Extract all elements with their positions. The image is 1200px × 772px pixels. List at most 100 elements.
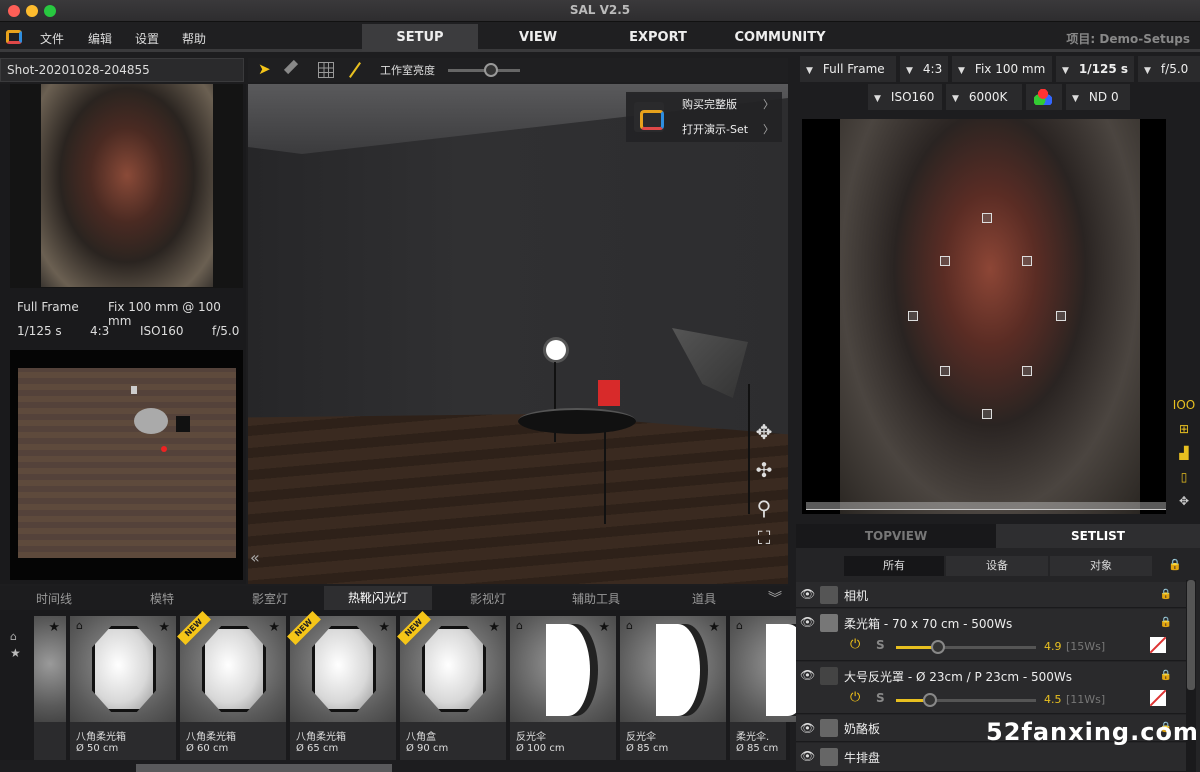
- af-point[interactable]: [940, 256, 950, 266]
- star-icon[interactable]: ★: [598, 620, 610, 635]
- library-card[interactable]: NEW ★ 八角盒 Ø 90 cm: [397, 611, 506, 760]
- home-filter-icon[interactable]: ⌂: [10, 630, 17, 643]
- library-scrollbar[interactable]: [136, 764, 392, 772]
- gel-none-swatch[interactable]: [1150, 690, 1166, 706]
- af-grid-icon[interactable]: ⊞: [1172, 422, 1196, 444]
- af-point[interactable]: [982, 213, 992, 223]
- af-point[interactable]: [1022, 256, 1032, 266]
- setlist-row-camera[interactable]: 👁 相机 🔒: [796, 582, 1186, 608]
- star-icon[interactable]: ★: [158, 620, 170, 635]
- ratio-dropdown[interactable]: ▼ 4:3: [900, 56, 948, 82]
- tab-export[interactable]: EXPORT: [600, 24, 716, 51]
- library-card[interactable]: ⌂ ★ 反光伞 Ø 85 cm: [620, 616, 726, 760]
- tab-community[interactable]: COMMUNITY: [722, 24, 838, 51]
- counter-icon[interactable]: IOO: [1172, 398, 1196, 420]
- brightness-slider[interactable]: [448, 63, 520, 77]
- visibility-eye-icon[interactable]: 👁: [800, 668, 815, 682]
- tab-models[interactable]: 模特: [108, 590, 216, 607]
- af-point[interactable]: [1022, 366, 1032, 376]
- nd-dropdown[interactable]: ▼ ND 0: [1066, 84, 1130, 110]
- histogram-icon[interactable]: ▟: [1172, 446, 1196, 468]
- setlist-row-softbox[interactable]: 👁 柔光箱 - 70 x 70 cm - 500Ws 🔒 ⏻ S 4.9 [15…: [796, 609, 1186, 661]
- wb-dropdown[interactable]: ▼ 6000K: [946, 84, 1022, 110]
- library-card[interactable]: NEW ★ 八角柔光箱 Ø 60 cm: [177, 611, 286, 760]
- visibility-eye-icon[interactable]: 👁: [800, 749, 815, 763]
- menu-edit[interactable]: 编辑: [88, 30, 112, 47]
- camera-live-preview[interactable]: [802, 119, 1166, 514]
- round-table[interactable]: [518, 408, 636, 434]
- frame-icon[interactable]: ▯: [1172, 470, 1196, 492]
- topview-minimap[interactable]: [10, 350, 243, 580]
- tab-view[interactable]: VIEW: [480, 24, 596, 51]
- zoom-magnifier-icon[interactable]: ⚲: [750, 496, 778, 520]
- favorites-filter-icon[interactable]: ★: [10, 646, 21, 660]
- select-arrow-icon[interactable]: ➤: [258, 60, 271, 78]
- af-point[interactable]: [940, 366, 950, 376]
- library-card[interactable]: ⌂ ★ 反光伞 Ø 100 cm: [510, 616, 616, 760]
- setlist-scrollbar-thumb[interactable]: [1187, 580, 1195, 690]
- visibility-eye-icon[interactable]: 👁: [800, 721, 815, 735]
- tab-topview[interactable]: TOPVIEW: [796, 524, 996, 548]
- filter-all[interactable]: 所有: [844, 556, 944, 576]
- color-picker-button[interactable]: [1026, 84, 1062, 110]
- af-point[interactable]: [908, 311, 918, 321]
- visibility-eye-icon[interactable]: 👁: [800, 587, 815, 601]
- tab-speedlights[interactable]: 热靴闪光灯: [324, 586, 432, 610]
- camera-preview-thumbnail[interactable]: [10, 84, 243, 288]
- visibility-eye-icon[interactable]: 👁: [800, 615, 815, 629]
- iso-dropdown[interactable]: ▼ ISO160: [868, 84, 942, 110]
- power-slider-knob[interactable]: [931, 640, 945, 654]
- lock-all-icon[interactable]: 🔒: [1168, 558, 1182, 571]
- power-slider[interactable]: [896, 640, 1036, 654]
- tab-video-lights[interactable]: 影视灯: [434, 590, 542, 607]
- library-card[interactable]: ⌂ 柔光伞. Ø 85 cm: [730, 616, 836, 760]
- shutter-dropdown[interactable]: ▼ 1/125 s: [1056, 56, 1134, 82]
- library-card[interactable]: ⌂ ★ 八角柔光箱 Ø 50 cm: [70, 616, 176, 760]
- tab-timeline[interactable]: 时间线: [0, 590, 108, 607]
- move-icon[interactable]: ✥: [1172, 494, 1196, 516]
- 3d-viewport[interactable]: 购买完整版〉 打开演示-Set 〉 ✥ ✣ ⚲ ⛶ «: [248, 84, 788, 584]
- star-icon[interactable]: ★: [488, 620, 500, 635]
- star-icon[interactable]: ★: [378, 620, 390, 635]
- ruler-icon[interactable]: [283, 59, 299, 75]
- sensor-dropdown[interactable]: ▼ Full Frame: [800, 56, 896, 82]
- focus-frame-icon[interactable]: ⛶: [750, 528, 778, 549]
- tab-setup[interactable]: SETUP: [362, 24, 478, 51]
- library-card-partial[interactable]: ★: [34, 616, 66, 760]
- grid-icon[interactable]: [318, 62, 334, 78]
- lens-dropdown[interactable]: ▼ Fix 100 mm: [952, 56, 1052, 82]
- tab-studio-lights[interactable]: 影室灯: [216, 590, 324, 607]
- orbit-icon[interactable]: ✥: [750, 420, 778, 444]
- power-icon[interactable]: ⏻: [850, 690, 860, 705]
- filter-equipment[interactable]: 设备: [946, 556, 1048, 576]
- buy-full-version-link[interactable]: 购买完整版 〉: [682, 96, 778, 112]
- collapse-left-icon[interactable]: «: [250, 548, 260, 567]
- lock-icon[interactable]: 🔒: [1160, 589, 1172, 600]
- gel-none-swatch[interactable]: [1150, 637, 1166, 653]
- power-slider[interactable]: [896, 693, 1036, 707]
- expand-double-chevron-icon[interactable]: ︾: [768, 588, 782, 608]
- setlist-row-steak-plate[interactable]: 👁 牛排盘: [796, 743, 1186, 772]
- power-slider-knob[interactable]: [922, 693, 937, 707]
- star-icon[interactable]: ★: [268, 620, 280, 635]
- star-icon[interactable]: ★: [48, 620, 60, 635]
- menu-help[interactable]: 帮助: [182, 30, 206, 47]
- library-card[interactable]: NEW ★ 八角柔光箱 Ø 65 cm: [287, 611, 396, 760]
- camera-prop[interactable]: [598, 380, 620, 406]
- star-icon[interactable]: ★: [708, 620, 720, 635]
- shot-name-field[interactable]: Shot-20201028-204855: [0, 58, 244, 82]
- af-point[interactable]: [982, 409, 992, 419]
- lock-icon[interactable]: 🔒: [1160, 670, 1172, 681]
- tab-setlist[interactable]: SETLIST: [996, 524, 1200, 548]
- menu-file[interactable]: 文件: [40, 30, 64, 47]
- power-icon[interactable]: ⏻: [850, 637, 860, 652]
- menu-settings[interactable]: 设置: [135, 30, 159, 47]
- filter-objects[interactable]: 对象: [1050, 556, 1152, 576]
- tab-helper-tools[interactable]: 辅助工具: [542, 590, 650, 607]
- aperture-dropdown[interactable]: ▼ f/5.0: [1138, 56, 1200, 82]
- line-tool-icon[interactable]: [349, 62, 361, 78]
- tab-props[interactable]: 道具: [650, 590, 758, 607]
- pan-icon[interactable]: ✣: [750, 458, 778, 482]
- setlist-row-reflector[interactable]: 👁 大号反光罩 - Ø 23cm / P 23cm - 500Ws 🔒 ⏻ S …: [796, 662, 1186, 714]
- lock-icon[interactable]: 🔒: [1160, 617, 1172, 628]
